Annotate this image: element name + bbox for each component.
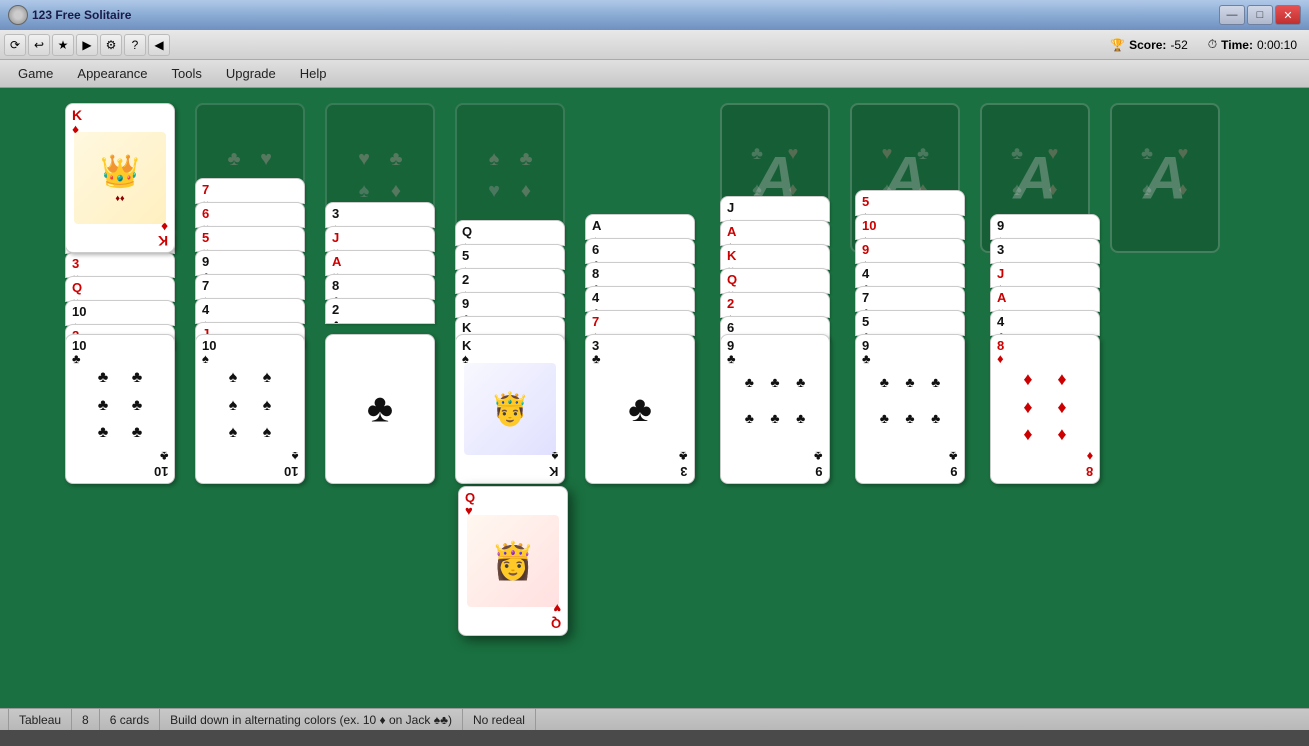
tableau-col4-4[interactable]: 2♠ xyxy=(455,268,565,294)
tableau-col5-bottom[interactable]: 3♣ ♣ 3♣ xyxy=(585,334,695,484)
tableau-col1-bottom[interactable]: 10♣ ♣ ♣ ♣ ♣ ♣ ♣ 10♣ xyxy=(65,334,175,484)
tableau-col5-3[interactable]: 4♣ xyxy=(585,286,695,312)
score-value: -52 xyxy=(1170,38,1187,52)
tableau-col2-3[interactable]: 4♠ xyxy=(195,298,305,324)
tableau-col6-7[interactable]: J♠ xyxy=(720,196,830,222)
tableau-col6-3[interactable]: 2♦ xyxy=(720,292,830,318)
app-icon xyxy=(8,5,28,25)
tableau-col3-3[interactable]: 8♣ xyxy=(325,274,435,300)
menu-game[interactable]: Game xyxy=(8,63,63,84)
tableau-col6-6[interactable]: A♦ xyxy=(720,220,830,246)
menu-tools[interactable]: Tools xyxy=(162,63,212,84)
menu-help[interactable]: Help xyxy=(290,63,337,84)
status-columns: 8 xyxy=(72,709,100,730)
maximize-button[interactable]: □ xyxy=(1247,5,1273,25)
tableau-col1-5[interactable]: 3♥ xyxy=(65,252,175,278)
status-cards: 6 cards xyxy=(100,709,160,730)
toolbar-settings[interactable]: ⚙ xyxy=(100,34,122,56)
titlebar-left: 123 Free Solitaire xyxy=(8,5,131,25)
stock-pile-1[interactable]: K♦ K♦ 👑 ♦♦ xyxy=(65,103,175,253)
tableau-col7-bottom[interactable]: 9♣ ♣ ♣ ♣ ♣ ♣ ♣ 9♣ xyxy=(855,334,965,484)
minimize-button[interactable]: — xyxy=(1219,5,1245,25)
tableau-col7-6[interactable]: 10♦ xyxy=(855,214,965,240)
toolbar: ⟳ ↩ ★ ▶ ⚙ ? ◀ 🏆 Score: -52 ⏱ Time: 0:00:… xyxy=(0,30,1309,60)
toolbar-favorite[interactable]: ★ xyxy=(52,34,74,56)
window: 123 Free Solitaire — □ ✕ ⟳ ↩ ★ ▶ ⚙ ? ◀ 🏆… xyxy=(0,0,1309,730)
tableau-col4-6[interactable]: Q♠ xyxy=(455,220,565,246)
tableau-col8-4[interactable]: J♦ xyxy=(990,262,1100,288)
foundation-pile-4[interactable]: ♣ ♥ ♠ ♦ A xyxy=(1110,103,1220,253)
tableau-col4-bottom[interactable]: K♠ 🤴 K♠ xyxy=(455,334,565,484)
tableau-col6-bottom[interactable]: 9♣ ♣ ♣ ♣ ♣ ♣ ♣ 9♣ xyxy=(720,334,830,484)
tableau-col5-4[interactable]: 8♣ xyxy=(585,262,695,288)
tableau-col3-6[interactable]: 3♠ xyxy=(325,202,435,228)
tableau-col7-7[interactable]: 5♦ xyxy=(855,190,965,216)
titlebar: 123 Free Solitaire — □ ✕ xyxy=(0,0,1309,30)
tableau-col2-8[interactable]: 7♥ xyxy=(195,178,305,204)
tableau-col7-2[interactable]: 5♣ xyxy=(855,310,965,336)
tableau-col8-3[interactable]: A♥ xyxy=(990,286,1100,312)
tableau-col3-4[interactable]: A♥ xyxy=(325,250,435,276)
status-redeal: No redeal xyxy=(463,709,536,730)
tableau-col8-bottom[interactable]: 8♦ ♦ ♦ ♦ ♦ ♦ ♦ 8♦ xyxy=(990,334,1100,484)
tableau-col7-3[interactable]: 7♣ xyxy=(855,286,965,312)
tableau-col2-6[interactable]: 5♥ xyxy=(195,226,305,252)
tableau-col4-3[interactable]: 9♣ xyxy=(455,292,565,318)
tableau-col5-5[interactable]: 6♣ xyxy=(585,238,695,264)
score-display: 🏆 Score: -52 xyxy=(1110,38,1188,52)
toolbar-undo[interactable]: ↩ xyxy=(28,34,50,56)
time-label: Time: xyxy=(1221,38,1253,52)
tableau-col7-4[interactable]: 4♣ xyxy=(855,262,965,288)
toolbar-help[interactable]: ? xyxy=(124,34,146,56)
tableau-col7-5[interactable]: 9♦ xyxy=(855,238,965,264)
tableau-col1-3[interactable]: 10♠ xyxy=(65,300,175,326)
tableau-col2-7[interactable]: 6♥ xyxy=(195,202,305,228)
tableau-col2-4[interactable]: 7♠ xyxy=(195,274,305,300)
tableau-col2-5[interactable]: 9♣ xyxy=(195,250,305,276)
window-title: 123 Free Solitaire xyxy=(32,8,131,22)
menu-upgrade[interactable]: Upgrade xyxy=(216,63,286,84)
game-area[interactable]: K♦ K♦ 👑 ♦♦ ♣ ♥ ♠ ♦ xyxy=(0,88,1309,708)
toolbar-new-game[interactable]: ⟳ xyxy=(4,34,26,56)
menu-appearance[interactable]: Appearance xyxy=(67,63,157,84)
statusbar: Tableau 8 6 cards Build down in alternat… xyxy=(0,708,1309,730)
tableau-col8-2[interactable]: 4♣ xyxy=(990,310,1100,336)
tableau-col6-5[interactable]: K♥ xyxy=(720,244,830,270)
tableau-col5-6[interactable]: A♠ xyxy=(585,214,695,240)
tableau-col8-5[interactable]: 3♠ xyxy=(990,238,1100,264)
tableau-col3-bottom[interactable]: ♣ xyxy=(325,334,435,484)
toolbar-back[interactable]: ◀ xyxy=(148,34,170,56)
dragged-card-queen-hearts[interactable]: Q♥ 👸 Q♥ xyxy=(458,486,568,636)
tableau-col3-2[interactable]: 2♣ xyxy=(325,298,435,324)
menubar: Game Appearance Tools Upgrade Help xyxy=(0,60,1309,88)
tableau-col1-4[interactable]: Q♥ xyxy=(65,276,175,302)
tableau-col6-4[interactable]: Q♥ xyxy=(720,268,830,294)
status-game-type: Tableau xyxy=(8,709,72,730)
score-label: Score: xyxy=(1129,38,1166,52)
close-button[interactable]: ✕ xyxy=(1275,5,1301,25)
game-layout: K♦ K♦ 👑 ♦♦ ♣ ♥ ♠ ♦ xyxy=(0,88,1309,708)
tableau-col5-2[interactable]: 7♦ xyxy=(585,310,695,336)
time-value: 0:00:10 xyxy=(1257,38,1297,52)
tableau-col8-6[interactable]: 9♠ xyxy=(990,214,1100,240)
time-display: ⏱ Time: 0:00:10 xyxy=(1208,37,1297,52)
titlebar-controls: — □ ✕ xyxy=(1219,5,1301,25)
status-rule: Build down in alternating colors (ex. 10… xyxy=(160,709,463,730)
tableau-col4-5[interactable]: 5♠ xyxy=(455,244,565,270)
tableau-col3-5[interactable]: J♥ xyxy=(325,226,435,252)
tableau-col2-bottom[interactable]: 10♠ ♠ ♠ ♠ ♠ ♠ ♠ 10♠ xyxy=(195,334,305,484)
toolbar-play[interactable]: ▶ xyxy=(76,34,98,56)
